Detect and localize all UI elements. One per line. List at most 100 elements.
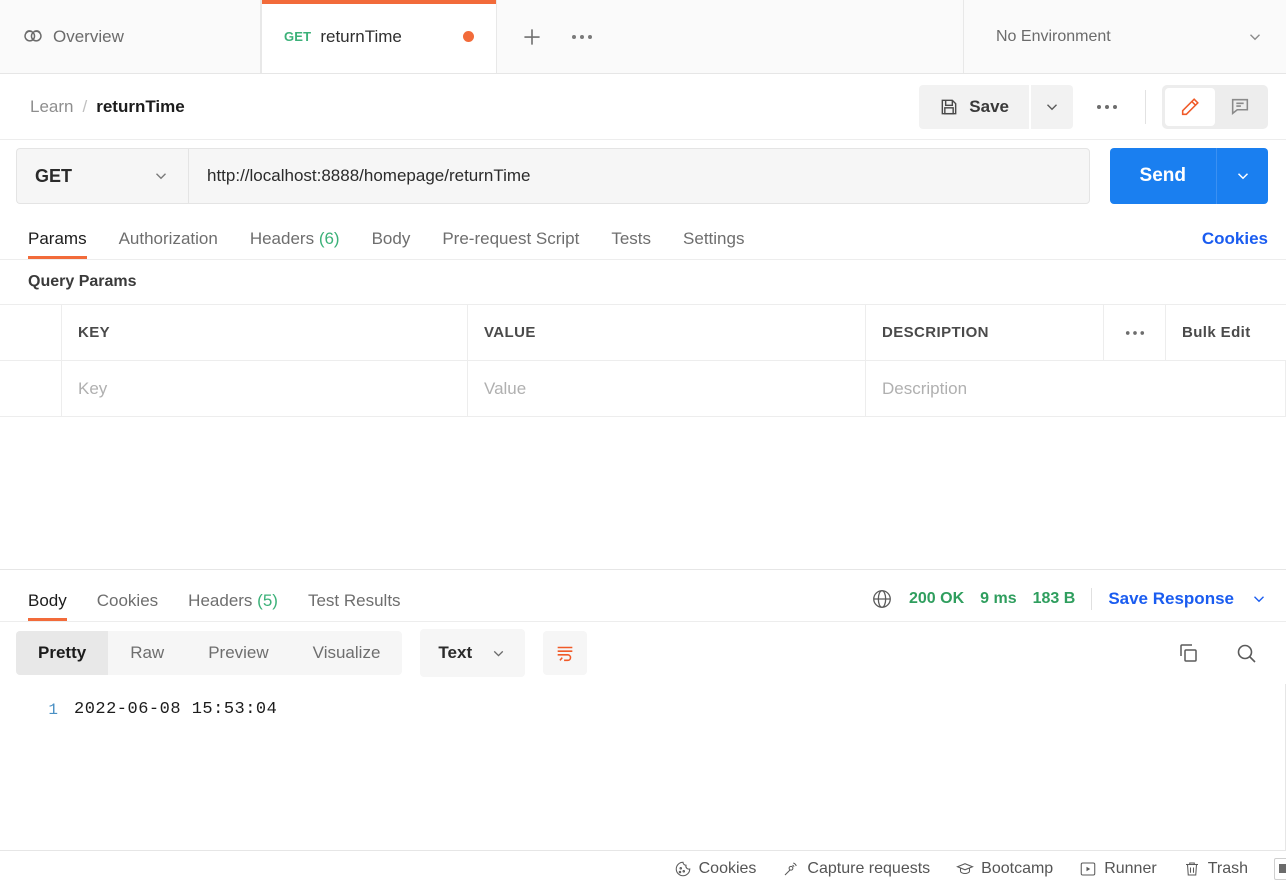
http-method-select[interactable]: GET (16, 148, 188, 204)
response-section-tabs: Body Cookies Headers (5) Test Results 20… (0, 570, 1286, 622)
satellite-icon (782, 860, 800, 878)
statusbar-capture-requests-button[interactable]: Capture requests (782, 860, 930, 878)
header-checkbox-cell (0, 305, 62, 360)
response-size: 183 B (1032, 590, 1076, 607)
view-mode-toggle-group (1162, 84, 1268, 129)
response-status: 200 OK (909, 590, 965, 607)
tab-overview-label: Overview (53, 26, 124, 46)
pencil-icon (1181, 97, 1199, 115)
tab-bar-more-button[interactable] (571, 33, 593, 41)
save-button-label: Save (969, 96, 1009, 116)
request-tab-settings[interactable]: Settings (683, 229, 744, 259)
query-params-options-button[interactable] (1104, 305, 1166, 360)
row-checkbox-cell[interactable] (0, 361, 62, 416)
request-tab-pre-request-script-label: Pre-request Script (442, 229, 580, 248)
response-tab-headers[interactable]: Headers (5) (188, 591, 278, 621)
statusbar-bootcamp-button[interactable]: Bootcamp (956, 860, 1053, 878)
response-tab-cookies[interactable]: Cookies (97, 591, 158, 621)
tab-bar-actions (496, 0, 964, 73)
view-mode-preview[interactable]: Preview (186, 631, 290, 675)
comments-button[interactable] (1215, 88, 1265, 126)
request-tab-pre-request-script[interactable]: Pre-request Script (442, 229, 579, 259)
environment-selector[interactable]: No Environment (964, 0, 1286, 73)
search-response-button[interactable] (1224, 631, 1268, 675)
response-body-viewer[interactable]: 1 2022-06-08 15:53:04 (0, 684, 1286, 850)
request-tab-params-label: Params (28, 229, 87, 248)
statusbar-runner-button[interactable]: Runner (1079, 859, 1157, 878)
statusbar-cookies-button[interactable]: Cookies (674, 860, 756, 878)
send-button-group: Send (1109, 148, 1268, 204)
edit-pencil-button[interactable] (1165, 87, 1215, 126)
http-method-label: GET (35, 165, 73, 186)
row-description-input[interactable]: Description (866, 361, 1286, 416)
view-mode-raw[interactable]: Raw (108, 631, 186, 675)
cookie-icon (674, 860, 692, 878)
response-format-label: Text (438, 643, 473, 662)
view-mode-pretty[interactable]: Pretty (16, 631, 109, 675)
ellipsis-icon (1125, 330, 1144, 335)
response-meta: 200 OK 9 ms 183 B Save Response (871, 588, 1268, 621)
view-mode-visualize[interactable]: Visualize (291, 631, 403, 675)
save-button[interactable]: Save (919, 84, 1029, 129)
request-url-bar: GET http://localhost:8888/homepage/retur… (0, 140, 1286, 212)
graduation-cap-icon (956, 860, 975, 878)
chevron-down-icon[interactable] (1250, 590, 1268, 608)
copy-icon (1180, 644, 1197, 662)
globe-icon[interactable] (871, 588, 893, 610)
breadcrumb-separator: / (82, 96, 88, 116)
request-tab-headers-label: Headers (249, 229, 315, 248)
bottom-status-bar: Cookies Capture requests Bootcamp Runner (0, 850, 1286, 886)
response-format-select[interactable]: Text (420, 629, 526, 677)
save-button-group: Save (919, 84, 1073, 129)
query-params-header-row: KEY VALUE DESCRIPTION Bulk Edit (0, 305, 1286, 361)
request-url-value: http://localhost:8888/homepage/returnTim… (207, 166, 531, 185)
statusbar-trash-label: Trash (1207, 859, 1248, 877)
row-value-input[interactable]: Value (468, 361, 866, 416)
breadcrumb-collection[interactable]: Learn (30, 97, 73, 117)
row-key-input[interactable]: Key (62, 361, 468, 416)
request-url-input[interactable]: http://localhost:8888/homepage/returnTim… (188, 148, 1090, 204)
comment-icon (1231, 98, 1249, 115)
request-tab-headers-count: (6) (318, 229, 340, 248)
request-tab-authorization[interactable]: Authorization (119, 229, 218, 259)
request-tab-body[interactable]: Body (372, 229, 411, 259)
response-tab-test-results-label: Test Results (307, 591, 401, 610)
tab-request-returnTime[interactable]: GET returnTime (261, 0, 497, 73)
table-row: Key Value Description (0, 361, 1286, 417)
bulk-edit-button[interactable]: Bulk Edit (1166, 305, 1286, 360)
send-button[interactable]: Send (1109, 148, 1216, 204)
word-wrap-toggle-button[interactable] (543, 631, 588, 675)
workspace-tab-bar: Overview GET returnTime No Environment (0, 0, 1286, 74)
statusbar-trash-button[interactable]: Trash (1183, 860, 1248, 878)
save-options-button[interactable] (1031, 84, 1073, 129)
response-tab-body[interactable]: Body (28, 591, 67, 621)
floppy-disk-icon (939, 97, 959, 117)
request-tab-params[interactable]: Params (28, 229, 87, 259)
save-response-button[interactable]: Save Response (1108, 589, 1234, 609)
tab-overview[interactable]: Overview (0, 0, 261, 73)
sidebar-toggle-button[interactable] (1274, 857, 1286, 880)
tab-method-label: GET (284, 29, 312, 44)
request-tab-tests-label: Tests (611, 229, 652, 248)
request-section-tabs: Params Authorization Headers (6) Body Pr… (0, 212, 1286, 260)
response-meta-divider (1091, 588, 1093, 610)
request-header-bar: Learn / returnTime Save (0, 74, 1286, 140)
request-tab-headers[interactable]: Headers (6) (250, 229, 340, 259)
send-options-button[interactable] (1216, 148, 1268, 204)
row-key-placeholder: Key (78, 378, 108, 398)
response-tab-test-results[interactable]: Test Results (308, 591, 401, 621)
query-params-table: KEY VALUE DESCRIPTION Bulk Edit Key Valu… (0, 304, 1286, 417)
chevron-down-icon (1246, 28, 1264, 46)
request-tab-tests[interactable]: Tests (611, 229, 651, 259)
new-tab-button[interactable] (519, 24, 545, 50)
request-cookies-link[interactable]: Cookies (1202, 229, 1268, 259)
row-value-placeholder: Value (484, 378, 527, 398)
copy-response-button[interactable] (1166, 631, 1210, 675)
query-params-empty-area (0, 417, 1286, 569)
line-number: 1 (48, 701, 58, 719)
unsaved-changes-dot (462, 31, 474, 42)
header-description-cell: DESCRIPTION (866, 305, 1104, 360)
statusbar-runner-label: Runner (1104, 859, 1157, 877)
request-more-actions-button[interactable] (1085, 85, 1129, 129)
header-value-cell: VALUE (468, 305, 866, 360)
